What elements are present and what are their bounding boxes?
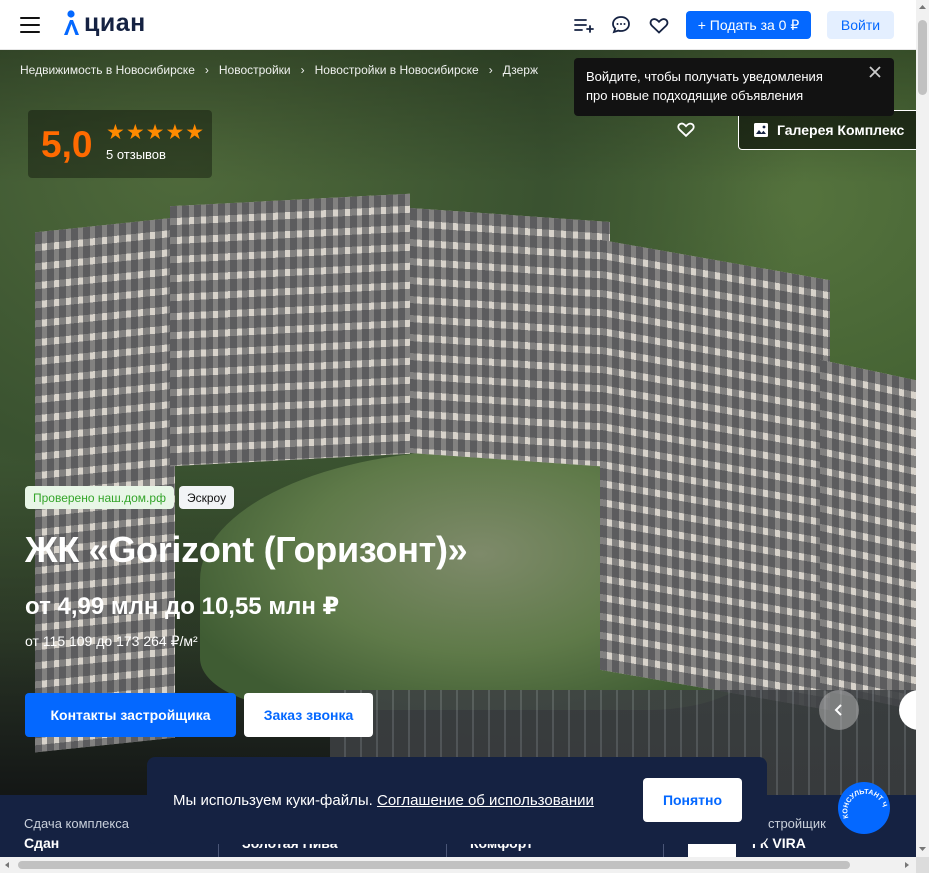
vertical-scrollbar[interactable] [916, 0, 929, 873]
breadcrumb: Недвижимость в Новосибирске › Новостройки ›… [20, 63, 538, 77]
cookie-accept-button[interactable]: Понятно [643, 778, 742, 822]
building-far-right [820, 359, 916, 711]
price-per-m2: от 115 109 до 173 264 ₽/м² [25, 633, 198, 650]
breadcrumb-item[interactable]: Новостройки [219, 63, 291, 77]
submit-ad-button[interactable]: + Подать за 0 ₽ [686, 11, 811, 39]
breadcrumb-item[interactable]: Дзерж [503, 63, 538, 77]
chat-icon[interactable] [610, 14, 632, 36]
image-icon [754, 123, 768, 137]
tooltip-text-line: про новые подходящие объявления [586, 88, 804, 103]
developer-label: стройщик [768, 816, 826, 831]
complex-title: ЖК «Gorizont (Горизонт)» [25, 529, 468, 570]
heart-icon[interactable] [648, 14, 670, 36]
callback-button[interactable]: Заказ звонка [244, 693, 373, 737]
gallery-button[interactable]: Галерея Комплекс [738, 110, 928, 150]
horizontal-scroll-thumb[interactable] [18, 861, 850, 869]
cian-logo[interactable]: циан [62, 6, 146, 40]
breadcrumb-item[interactable]: Недвижимость в Новосибирске [20, 63, 195, 77]
scroll-left-icon[interactable] [3, 861, 11, 869]
gallery-label: Галерея Комплекс [777, 122, 905, 138]
chat-widget-label: КОНСУЛЬТАНТ ЧАТ [838, 782, 888, 824]
cookie-text: Мы используем куки-файлы. Соглашение об … [173, 792, 594, 809]
gallery-prev-button[interactable] [819, 690, 859, 730]
consultant-chat-button[interactable]: КОНСУЛЬТАНТ ЧАТ [838, 782, 890, 834]
close-icon[interactable] [868, 65, 882, 79]
scroll-right-icon[interactable] [903, 861, 911, 869]
rating-value: 5,0 [41, 124, 93, 165]
rating-stars: ★★★★★ [106, 121, 206, 144]
price-range: от 4,99 млн до 10,55 млн ₽ [25, 593, 340, 620]
scroll-down-icon[interactable] [918, 844, 927, 853]
notification-tooltip: Войдите, чтобы получать уведомления про … [574, 58, 894, 116]
verified-badge: Проверено наш.дом.рф [25, 486, 174, 509]
login-button[interactable]: Войти [827, 11, 894, 39]
chevron-right-icon: › [204, 63, 209, 77]
vertical-scroll-thumb[interactable] [918, 20, 927, 95]
horizontal-scrollbar[interactable] [0, 857, 916, 873]
saved-searches-icon[interactable] [572, 14, 594, 36]
escrow-badge: Эскроу [179, 486, 235, 509]
building-right [600, 239, 830, 711]
building-left [35, 217, 175, 753]
tooltip-text-line: Войдите, чтобы получать уведомления [586, 69, 823, 84]
completion-value: Сдан [24, 835, 60, 851]
logo-pin-icon [64, 10, 79, 35]
chevron-left-icon [834, 704, 842, 716]
menu-icon[interactable] [20, 17, 40, 33]
price-per-m2-text: от 115 109 до 173 264 ₽/м² [25, 633, 198, 649]
completion-label: Сдача комплекса [24, 816, 129, 831]
scrollbar-corner [916, 857, 929, 873]
building-center-left [170, 193, 410, 467]
cookie-message: Мы используем куки-файлы. [173, 792, 373, 809]
logo-text: циан [84, 8, 146, 37]
site-header: циан + Подать за 0 ₽ Войти [0, 0, 916, 50]
breadcrumb-item[interactable]: Новостройки в Новосибирске [315, 63, 479, 77]
chat-widget-icon: КОНСУЛЬТАНТ ЧАТ [838, 782, 888, 824]
cookie-banner: Мы используем куки-файлы. Соглашение об … [147, 757, 767, 844]
terms-link[interactable]: Соглашение об использовании [377, 792, 594, 809]
scroll-up-icon[interactable] [918, 3, 927, 12]
favorite-heart-icon[interactable] [676, 119, 696, 139]
svg-text:КОНСУЛЬТАНТ ЧАТ: КОНСУЛЬТАНТ ЧАТ [838, 782, 888, 824]
chevron-right-icon: › [300, 63, 305, 77]
rating-block: 5,0 ★★★★★ 5 отзывов [28, 110, 212, 178]
reviews-link[interactable]: 5 отзывов [106, 147, 166, 162]
developer-contacts-button[interactable]: Контакты застройщика [25, 693, 236, 737]
chevron-right-icon: › [488, 63, 493, 77]
building-center [410, 208, 610, 467]
